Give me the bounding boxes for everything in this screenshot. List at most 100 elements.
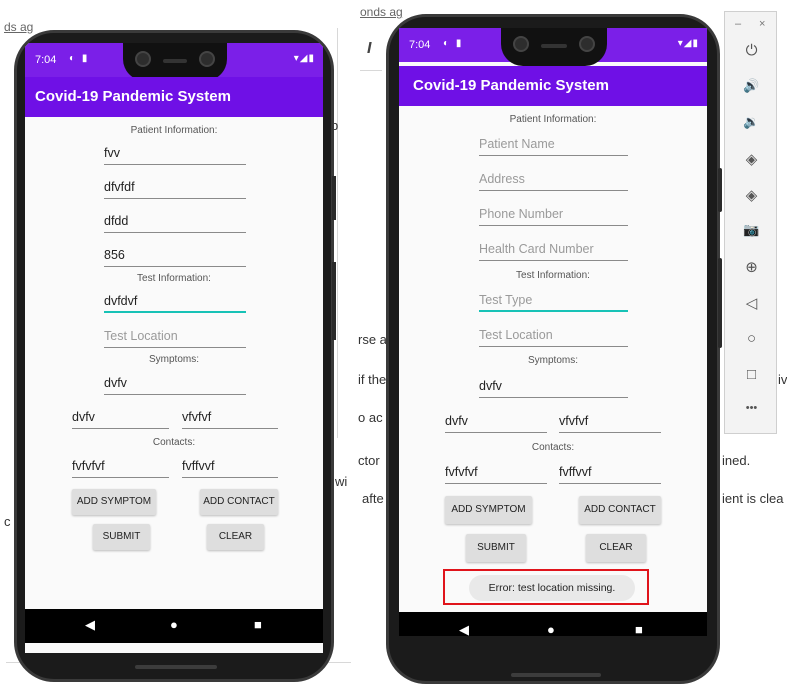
clear-button[interactable]: CLEAR [586, 534, 646, 562]
address-field[interactable]: dfvfdf [104, 177, 246, 199]
more-icon[interactable]: ••• [725, 402, 778, 414]
camera-icon[interactable]: 📷 [725, 222, 778, 238]
status-right-icons: ▾◢▮ [293, 53, 315, 64]
status-left-icons: ◐ ▮ [443, 38, 464, 49]
symptom-field[interactable]: vfvfvf [182, 407, 278, 429]
app-title: Covid-19 Pandemic System [399, 66, 707, 106]
home-nav-icon[interactable]: ● [547, 622, 555, 636]
contacts-header: Contacts: [152, 437, 196, 448]
home-nav-icon[interactable]: ● [170, 617, 178, 632]
minimize-icon[interactable]: – [735, 18, 741, 30]
status-time: 7:04 [35, 54, 57, 66]
contact-field[interactable]: fvfvfvf [445, 462, 547, 484]
bg-text-5: afte [362, 491, 384, 506]
phone-1-screen: 7:04 ◐ ▮ ▾◢▮ Covid-19 Pandemic System Pa… [25, 43, 323, 653]
nav-bar: ◀ ● ■ [25, 609, 323, 643]
health-card-field[interactable]: 856 [104, 245, 246, 267]
back-nav-icon[interactable]: ◀ [85, 617, 95, 633]
camera-notch [501, 28, 607, 66]
symptom-field[interactable]: dvfv [445, 411, 547, 433]
patient-name-field[interactable]: Patient Name [479, 134, 628, 156]
status-time: 7:04 [409, 39, 431, 51]
bg-text-7: ient is clea [722, 491, 784, 506]
emulator-control-panel: – × ⏻ 🔊 🔉 ◈ ◈ 📷 ⊕ ◁ ○ □ ••• [724, 11, 777, 434]
phone-2-volume-button [718, 258, 722, 348]
symptom-field[interactable]: dvfv [479, 376, 628, 398]
phone-number-field[interactable]: dfdd [104, 211, 246, 233]
symptom-field[interactable]: dvfv [104, 373, 246, 395]
patient-info-header: Patient Information: [509, 114, 597, 125]
bg-text-2: if the [358, 372, 387, 387]
contact-field[interactable]: fvffvvf [559, 462, 661, 484]
bg-text-9: iv [778, 372, 787, 387]
add-contact-button[interactable]: ADD CONTACT [579, 496, 661, 524]
front-camera-icon [199, 51, 215, 67]
recent-apps-icon[interactable]: ■ [254, 617, 262, 632]
phone-1-power-button [332, 176, 336, 220]
bg-text-12: c [4, 514, 11, 529]
speaker-grille [163, 59, 187, 63]
test-type-field[interactable]: dvfdvf [104, 291, 246, 313]
test-info-header: Test Information: [137, 273, 211, 284]
add-symptom-button[interactable]: ADD SYMPTOM [72, 489, 156, 515]
zoom-icon[interactable]: ⊕ [725, 258, 778, 276]
address-field[interactable]: Address [479, 169, 628, 191]
status-right-icons: ▾◢▮ [677, 38, 699, 49]
symptom-field[interactable]: vfvfvf [559, 411, 661, 433]
patient-info-header: Patient Information: [130, 125, 218, 136]
symptoms-header: Symptoms: [148, 354, 199, 365]
bg-text-top-right: onds ag [360, 5, 403, 19]
bg-text-3: o ac [358, 410, 383, 425]
bg-text-11: wi [335, 474, 348, 489]
phone-2-power-button [718, 168, 722, 212]
bg-divider [337, 28, 338, 438]
phone-1: 7:04 ◐ ▮ ▾◢▮ Covid-19 Pandemic System Pa… [14, 30, 334, 682]
health-card-field[interactable]: Health Card Number [479, 239, 628, 261]
contact-field[interactable]: fvfvfvf [72, 456, 169, 478]
close-icon[interactable]: × [759, 18, 765, 30]
overview-icon[interactable]: □ [725, 366, 778, 383]
power-icon[interactable]: ⏻ [725, 42, 778, 59]
test-location-field[interactable]: Test Location [104, 326, 246, 348]
bg-text-1: rse a [358, 332, 387, 347]
bg-text-top-left: ds ag [4, 20, 34, 34]
home-icon[interactable]: ○ [725, 330, 778, 347]
bg-text-6: ined. [722, 453, 751, 468]
phone-1-volume-button [332, 262, 336, 340]
patient-name-field[interactable]: fvv [104, 143, 246, 165]
test-type-field[interactable]: Test Type [479, 290, 628, 312]
symptom-field[interactable]: dvfv [72, 407, 169, 429]
add-contact-button[interactable]: ADD CONTACT [200, 489, 278, 515]
phone-2: 7:04 ◐ ▮ ▾◢▮ Covid-19 Pandemic System Pa… [386, 14, 720, 684]
contacts-header: Contacts: [531, 442, 575, 453]
chin-speaker [135, 665, 217, 669]
italic-icon: I [367, 40, 372, 57]
bg-text-4: ctor [358, 453, 380, 468]
front-camera-icon [135, 51, 151, 67]
contact-field[interactable]: fvffvvf [182, 456, 278, 478]
error-highlight-box [443, 569, 649, 605]
camera-notch [123, 43, 227, 81]
test-location-field[interactable]: Test Location [479, 325, 628, 347]
submit-button[interactable]: SUBMIT [466, 534, 526, 562]
nav-bar: ◀ ● ■ [399, 612, 707, 636]
bg-ruler [360, 70, 382, 71]
test-info-header: Test Information: [516, 270, 590, 281]
recent-apps-icon[interactable]: ■ [635, 622, 643, 636]
phone-number-field[interactable]: Phone Number [479, 204, 628, 226]
volume-down-icon[interactable]: 🔉 [725, 114, 778, 130]
back-nav-icon[interactable]: ◀ [459, 622, 469, 636]
add-symptom-button[interactable]: ADD SYMPTOM [445, 496, 532, 524]
chin-speaker [511, 673, 601, 677]
volume-up-icon[interactable]: 🔊 [725, 78, 778, 94]
rotate-left-icon[interactable]: ◈ [725, 150, 778, 168]
symptoms-header: Symptoms: [527, 355, 578, 366]
rotate-right-icon[interactable]: ◈ [725, 186, 778, 204]
app-title: Covid-19 Pandemic System [25, 77, 323, 117]
front-camera-icon [513, 36, 529, 52]
submit-button[interactable]: SUBMIT [93, 524, 150, 550]
front-camera-icon [579, 36, 595, 52]
back-icon[interactable]: ◁ [725, 294, 778, 312]
speaker-grille [541, 44, 567, 48]
clear-button[interactable]: CLEAR [207, 524, 264, 550]
